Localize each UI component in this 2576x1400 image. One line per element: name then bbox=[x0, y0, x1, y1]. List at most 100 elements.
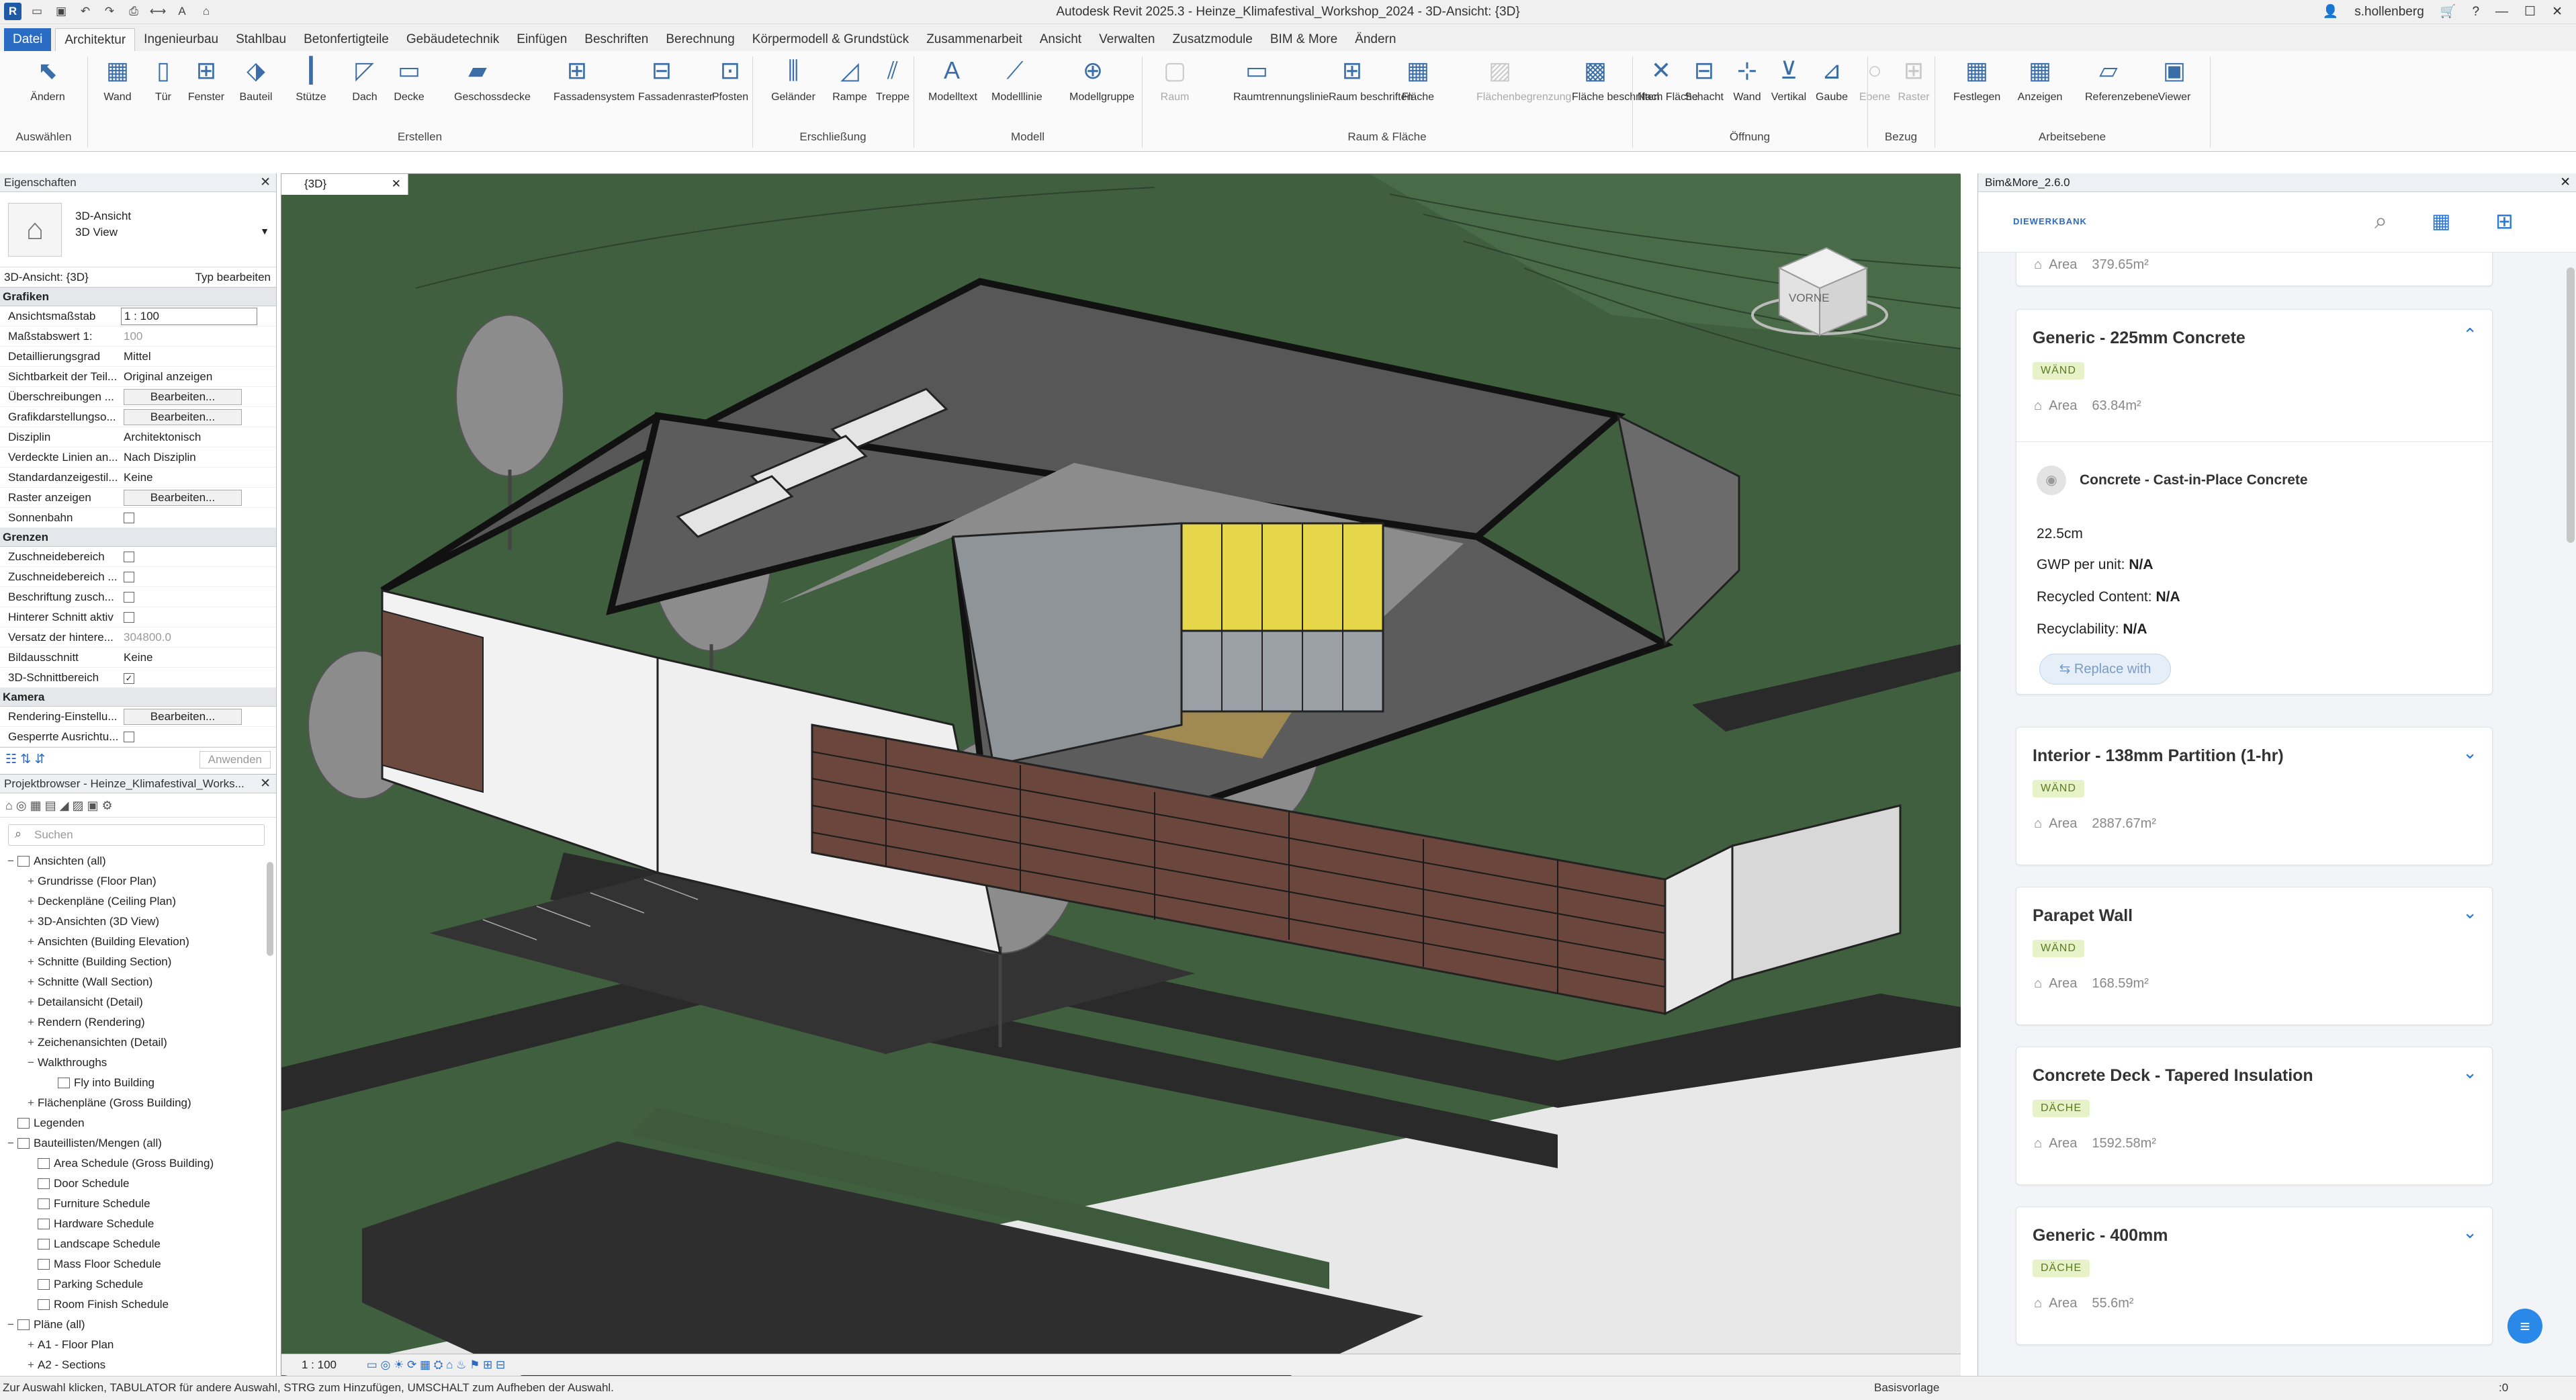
ribbon-tool-3[interactable]: ⊞ Fenster bbox=[183, 55, 230, 105]
tab-9[interactable]: Körpermodell & Grundstück bbox=[744, 28, 918, 51]
expand-icon[interactable]: + bbox=[24, 912, 38, 932]
property-row[interactable]: Standardanzeigestil... Keine bbox=[0, 468, 276, 488]
property-value[interactable]: Bearbeiten... bbox=[121, 707, 276, 726]
ribbon-tool-12[interactable]: ⫼ Geländer bbox=[770, 55, 817, 105]
property-value[interactable] bbox=[121, 607, 276, 627]
chevron-down-icon[interactable]: ⌄ bbox=[2462, 902, 2477, 923]
edit-button[interactable]: Bearbeiten... bbox=[124, 490, 242, 506]
tab-8[interactable]: Berechnung bbox=[657, 28, 743, 51]
browser-item[interactable]: Furniture Schedule bbox=[0, 1194, 276, 1214]
browser-item[interactable]: + Zeichenansichten (Detail) bbox=[0, 1033, 276, 1053]
expand-icon[interactable]: + bbox=[24, 992, 38, 1012]
material-card[interactable]: Interior - 138mm Partition (1-hr) ⌄ WÄND ⌂ A… bbox=[2016, 727, 2493, 865]
property-row[interactable]: Zuschneidebereich ... bbox=[0, 567, 276, 587]
property-value[interactable]: Nach Disziplin bbox=[121, 447, 276, 467]
checkbox[interactable]: ✓ bbox=[124, 673, 134, 684]
ribbon-tool-17[interactable]: ⊕ Modellgruppe bbox=[1069, 55, 1135, 105]
property-row[interactable]: Maßstabswert 1: 100 bbox=[0, 326, 276, 347]
property-row[interactable]: 3D-Schnittbereich ✓ bbox=[0, 668, 276, 688]
expand-icon[interactable]: − bbox=[4, 851, 17, 871]
tab-12[interactable]: Verwalten bbox=[1090, 28, 1163, 51]
user-name[interactable]: s.hollenberg bbox=[2354, 0, 2424, 24]
browser-item[interactable]: + A2 - Sections bbox=[0, 1355, 276, 1375]
ribbon-group-0[interactable]: Auswählen bbox=[0, 130, 87, 144]
close-icon[interactable]: ✕ bbox=[260, 173, 271, 192]
browser-item[interactable]: Mass Floor Schedule bbox=[0, 1254, 276, 1274]
section-camera[interactable]: Kamera bbox=[3, 691, 44, 703]
cart-icon[interactable]: 🛒 bbox=[2440, 0, 2456, 24]
property-value[interactable]: Mittel bbox=[121, 347, 276, 366]
ribbon-tool-9[interactable]: ⊞ Fassadensystem bbox=[553, 55, 635, 105]
expand-icon[interactable]: + bbox=[24, 1093, 38, 1113]
browser-item[interactable]: Room Finish Schedule bbox=[0, 1295, 276, 1315]
tab-7[interactable]: Beschriften bbox=[576, 28, 657, 51]
edit-type-button[interactable]: Typ bearbeiten bbox=[168, 267, 276, 287]
ribbon-tool-4[interactable]: ⬗ Bauteil bbox=[232, 55, 279, 105]
browser-item[interactable]: Area Schedule (Gross Building) bbox=[0, 1153, 276, 1174]
browser-item[interactable]: Landscape Schedule bbox=[0, 1234, 276, 1254]
type-selector[interactable]: ⌂ 3D-Ansicht 3D View ▼ bbox=[0, 192, 276, 267]
browser-item[interactable]: + Grundrisse (Floor Plan) bbox=[0, 871, 276, 891]
checkbox[interactable] bbox=[124, 612, 134, 623]
tab-13[interactable]: Zusatzmodule bbox=[1164, 28, 1261, 51]
apply-button[interactable]: Anwenden bbox=[199, 751, 271, 769]
property-value[interactable] bbox=[121, 508, 276, 527]
tab-1[interactable]: Architektur bbox=[55, 28, 136, 51]
checkbox[interactable] bbox=[124, 732, 134, 742]
checkbox[interactable] bbox=[124, 513, 134, 523]
tab-15[interactable]: Ändern bbox=[1346, 28, 1405, 51]
ribbon-tool-32[interactable]: ▦ Anzeigen bbox=[2016, 55, 2063, 105]
property-row[interactable]: Verdeckte Linien an... Nach Disziplin bbox=[0, 447, 276, 468]
ribbon-group-3[interactable]: Modell bbox=[914, 130, 1142, 144]
browser-item[interactable]: − Pläne (all) bbox=[0, 1315, 276, 1335]
property-value[interactable]: Bearbeiten... bbox=[121, 488, 276, 507]
property-row[interactable]: Überschreibungen ... Bearbeiten... bbox=[0, 387, 276, 407]
grid-icon[interactable]: ⊞ bbox=[2495, 208, 2514, 234]
expand-icon[interactable]: − bbox=[4, 1133, 17, 1153]
property-row[interactable]: Grafikdarstellungso... Bearbeiten... bbox=[0, 407, 276, 427]
property-value[interactable]: Bearbeiten... bbox=[121, 407, 276, 427]
ribbon-tool-16[interactable]: ⟋ Modelllinie bbox=[991, 55, 1042, 105]
chevron-down-icon[interactable]: ⌄ bbox=[2462, 742, 2477, 763]
chevron-down-icon[interactable]: ▼ bbox=[260, 226, 269, 236]
help-icon[interactable]: ? bbox=[2472, 0, 2479, 24]
browser-search-input[interactable]: Suchen bbox=[8, 824, 265, 846]
expand-icon[interactable]: + bbox=[24, 1012, 38, 1033]
ribbon-group-6[interactable]: Bezug bbox=[1867, 130, 1935, 144]
material-card[interactable]: Parapet Wall ⌄ WÄND ⌂ Area 168.59m² bbox=[2016, 887, 2493, 1025]
browser-item[interactable]: + Rendern (Rendering) bbox=[0, 1012, 276, 1033]
property-value[interactable]: Keine bbox=[121, 648, 276, 667]
user-icon[interactable]: 👤 bbox=[2323, 0, 2339, 24]
ribbon-tool-15[interactable]: A Modelltext bbox=[928, 55, 977, 105]
expand-icon[interactable]: + bbox=[24, 891, 38, 912]
tab-14[interactable]: BIM & More bbox=[1261, 28, 1346, 51]
ribbon-tool-22[interactable]: ▨ Flächenbegrenzung bbox=[1476, 55, 1571, 105]
material-card[interactable]: Concrete Deck - Tapered Insulation ⌄ DÄCHE… bbox=[2016, 1047, 2493, 1185]
property-value[interactable]: ✓ bbox=[121, 668, 276, 687]
expand-icon[interactable]: + bbox=[24, 1033, 38, 1053]
browser-item[interactable]: − Ansichten (all) bbox=[0, 851, 276, 871]
close-icon[interactable]: ✕ bbox=[392, 174, 401, 194]
ribbon-tool-23[interactable]: ▩ Fläche beschriften bbox=[1572, 55, 1660, 105]
property-row[interactable]: Bildausschnitt Keine bbox=[0, 648, 276, 668]
ribbon-tool-8[interactable]: ▰ Geschossdecke bbox=[454, 55, 531, 105]
menu-fab-button[interactable]: ≡ bbox=[2507, 1309, 2542, 1344]
ribbon-tool-27[interactable]: ⊻ Vertikal bbox=[1765, 55, 1812, 105]
ribbon-tool-11[interactable]: ⊡ Pfosten bbox=[707, 55, 754, 105]
chevron-down-icon[interactable]: ⌄ bbox=[2462, 1062, 2477, 1083]
view-scale[interactable]: 1 : 100 bbox=[302, 1358, 337, 1371]
browser-item[interactable]: + Deckenpläne (Ceiling Plan) bbox=[0, 891, 276, 912]
checkbox[interactable] bbox=[124, 572, 134, 582]
ribbon-tool-19[interactable]: ▭ Raumtrennungslinie bbox=[1233, 55, 1329, 105]
ribbon-tool-14[interactable]: ⫽ Treppe bbox=[869, 55, 916, 105]
property-value[interactable] bbox=[121, 547, 276, 566]
view-controls-icons[interactable]: ▭ ◎ ☀ ⟳ ▦ ⛭ ⌂ ♨ ⚑ ⊞ ⊟ bbox=[367, 1358, 506, 1371]
ribbon-tool-21[interactable]: ▦ Fläche bbox=[1394, 55, 1441, 105]
property-row[interactable]: Gesperrte Ausrichtu... bbox=[0, 727, 276, 747]
ribbon-tool-2[interactable]: ▯ Tür bbox=[140, 55, 187, 105]
maximize-button[interactable]: ☐ bbox=[2524, 0, 2536, 24]
edit-button[interactable]: Bearbeiten... bbox=[124, 709, 242, 725]
property-row[interactable]: Detaillierungsgrad Mittel bbox=[0, 347, 276, 367]
browser-item[interactable]: − Walkthroughs bbox=[0, 1053, 276, 1073]
ribbon-tool-33[interactable]: ▱ Referenzebene bbox=[2085, 55, 2158, 105]
